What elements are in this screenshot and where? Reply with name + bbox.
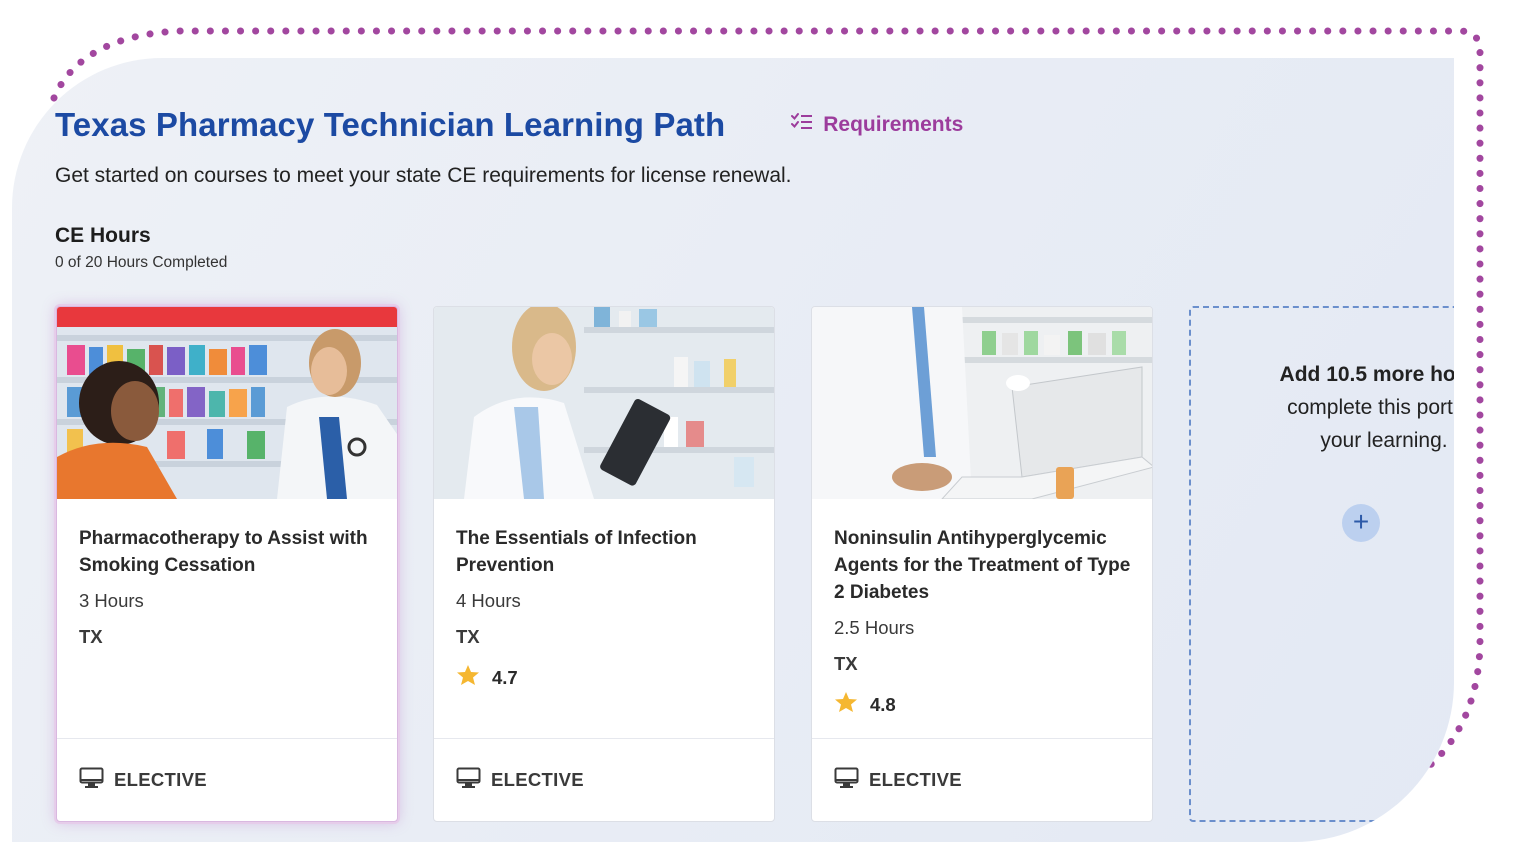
- course-card-body: Pharmacotherapy to Assist with Smoking C…: [79, 525, 379, 648]
- course-title: Noninsulin Antihyperglycemic Agents for …: [834, 528, 1131, 603]
- page-title: Texas Pharmacy Technician Learning Path: [55, 106, 726, 143]
- course-image-pharmacist-tablet: [434, 307, 774, 499]
- course-card-footer: ELECTIVE: [434, 738, 774, 821]
- page-subtitle: Get started on courses to meet your stat…: [55, 164, 792, 187]
- course-rating: 4.7: [456, 664, 756, 691]
- requirements-label: Requirements: [823, 113, 964, 136]
- star-icon: [456, 664, 480, 691]
- add-hours-line1: Add 10.5 more hours: [1279, 363, 1454, 386]
- course-title: The Essentials of Infection Prevention: [456, 528, 697, 576]
- add-hours-card[interactable]: Add 10.5 more hours complete this portio…: [1189, 306, 1454, 822]
- monitor-icon: [456, 767, 481, 794]
- course-state: TX: [834, 653, 858, 674]
- course-card-body: Noninsulin Antihyperglycemic Agents for …: [834, 525, 1134, 718]
- course-hours: 2.5 Hours: [834, 617, 915, 638]
- checklist-icon: [791, 112, 813, 138]
- monitor-icon: [79, 767, 104, 794]
- course-image-pharmacist-consultation: [57, 307, 397, 499]
- add-hours-message: Add 10.5 more hours complete this portio…: [1239, 358, 1454, 457]
- course-type-label: ELECTIVE: [114, 769, 207, 790]
- course-hours: 4 Hours: [456, 590, 521, 611]
- monitor-icon: [834, 767, 859, 794]
- ce-hours-progress: 0 of 20 Hours Completed: [55, 254, 228, 271]
- course-rating-value: 4.7: [492, 666, 518, 688]
- course-card-footer: ELECTIVE: [57, 738, 397, 821]
- add-hours-line2: complete this portion: [1287, 396, 1454, 419]
- learning-path-panel: Texas Pharmacy Technician Learning Path …: [12, 58, 1454, 842]
- course-rating-value: 4.8: [870, 693, 896, 715]
- course-card-body: The Essentials of Infection Prevention 4…: [456, 525, 756, 691]
- course-type-label: ELECTIVE: [869, 769, 962, 790]
- ce-hours-title: CE Hours: [55, 224, 151, 247]
- course-card[interactable]: Pharmacotherapy to Assist with Smoking C…: [56, 306, 398, 822]
- course-hours: 3 Hours: [79, 590, 144, 611]
- course-type-label: ELECTIVE: [491, 769, 584, 790]
- course-rating: 4.8: [834, 691, 1134, 718]
- add-hours-line3: your learning.: [1320, 429, 1448, 452]
- requirements-link[interactable]: Requirements: [791, 112, 963, 138]
- star-icon: [834, 691, 858, 718]
- course-card-footer: ELECTIVE: [812, 738, 1152, 821]
- course-title: Pharmacotherapy to Assist with Smoking C…: [79, 528, 368, 576]
- title-row: Texas Pharmacy Technician Learning Path …: [55, 106, 963, 144]
- course-state: TX: [79, 626, 103, 647]
- course-image-pharmacist-laptop: [812, 307, 1152, 499]
- course-card[interactable]: Noninsulin Antihyperglycemic Agents for …: [811, 306, 1153, 822]
- course-state: TX: [456, 626, 480, 647]
- course-card[interactable]: The Essentials of Infection Prevention 4…: [433, 306, 775, 822]
- plus-icon[interactable]: +: [1342, 504, 1380, 542]
